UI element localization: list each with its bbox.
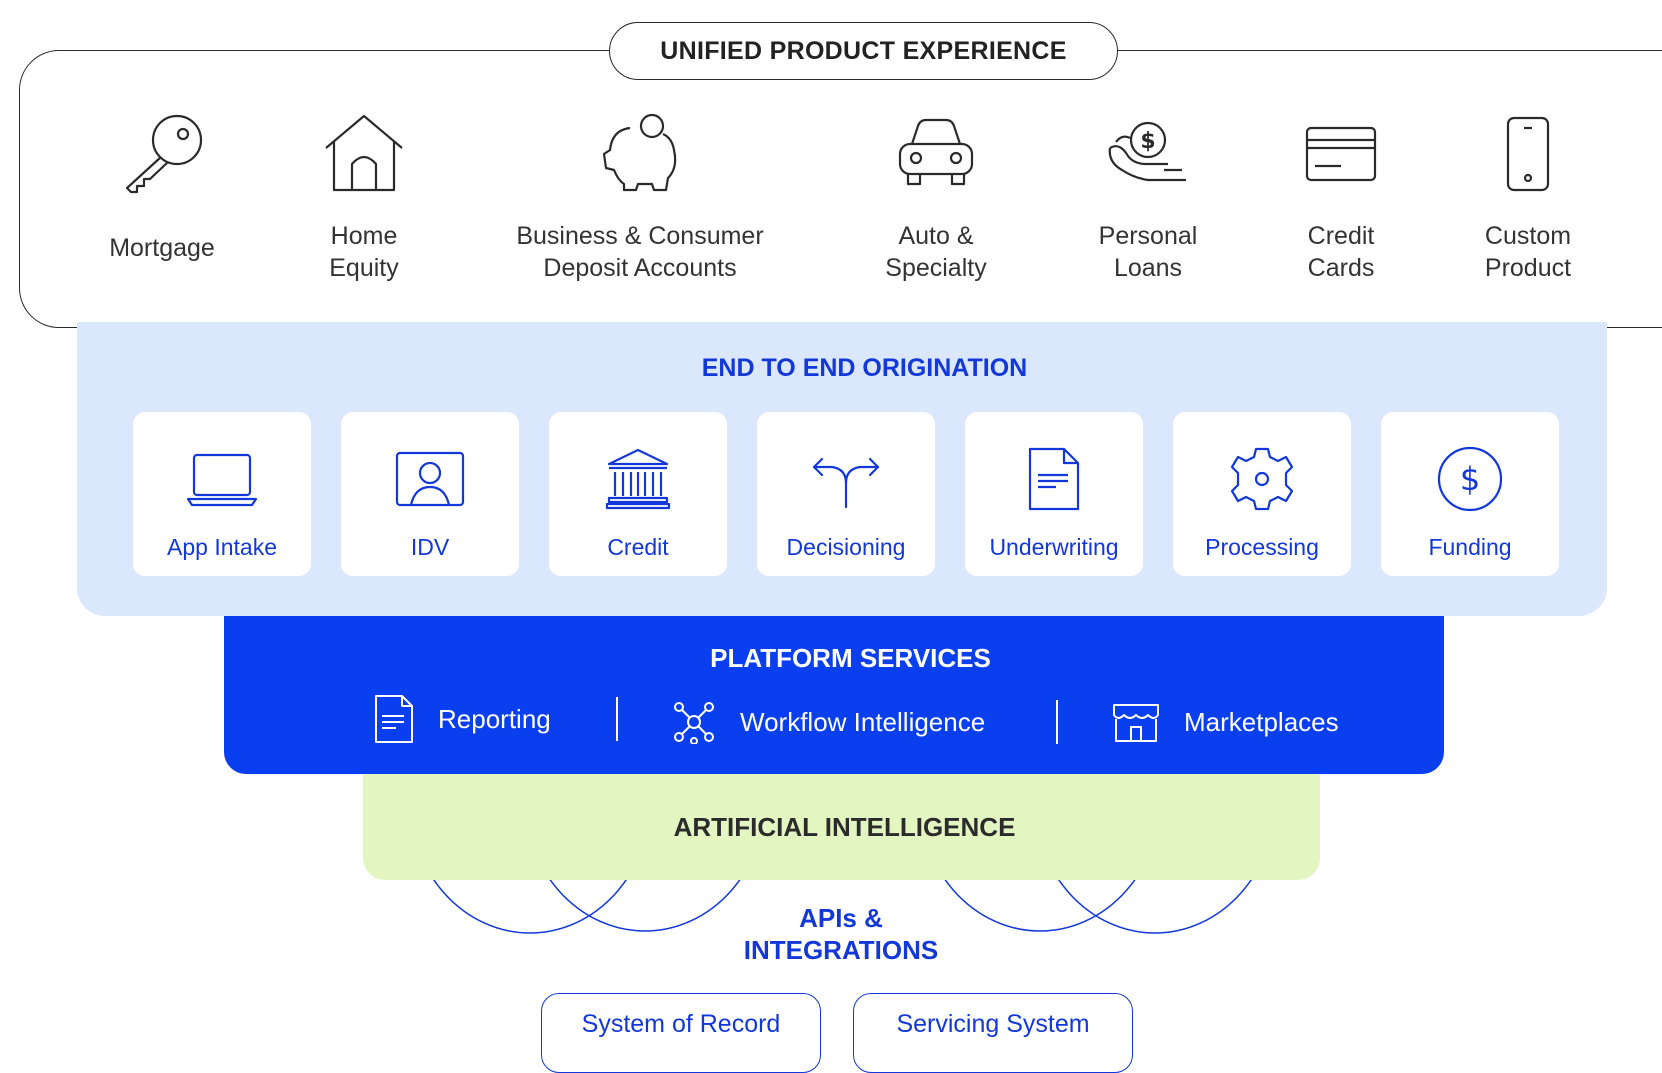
product-credit-cards[interactable]: Credit Cards (1241, 112, 1441, 284)
step-label: IDV (410, 534, 450, 560)
step-app-intake[interactable]: App Intake (133, 412, 311, 576)
system-label: System of Record (581, 1010, 781, 1038)
step-decisioning[interactable]: Decisioning (757, 412, 935, 576)
step-label: Processing (1205, 534, 1319, 560)
dollar-circle-icon: $ (1437, 446, 1503, 512)
split-arrow-icon (812, 457, 880, 509)
credit-card-icon (1305, 126, 1377, 182)
product-label: Deposit Accounts (543, 254, 737, 282)
service-divider (1056, 700, 1058, 744)
step-label: Funding (1428, 534, 1512, 560)
bank-icon (605, 448, 671, 510)
servicing-system-pill[interactable]: Servicing System (853, 993, 1133, 1073)
product-home-equity[interactable]: Home Equity (264, 112, 464, 284)
network-icon (674, 702, 714, 744)
ai-title: ARTIFICIAL INTELLIGENCE (673, 812, 1016, 842)
id-card-icon (395, 451, 465, 507)
product-mortgage[interactable]: Mortgage (62, 112, 262, 264)
hand-coin-icon: $ (1108, 121, 1186, 182)
smartphone-icon (1506, 116, 1550, 192)
service-label: Reporting (438, 703, 551, 734)
laptop-icon (186, 453, 258, 507)
product-label: Personal (1098, 222, 1198, 250)
car-icon (898, 118, 974, 186)
report-icon (375, 695, 413, 743)
origination-title: END TO END ORIGINATION (701, 354, 1028, 382)
product-label: Mortgage (109, 234, 215, 262)
step-funding[interactable]: $ Funding (1381, 412, 1559, 576)
step-label: Decisioning (786, 534, 906, 560)
product-auto-specialty[interactable]: Auto & Specialty (836, 112, 1036, 284)
svg-text:$: $ (1140, 129, 1155, 154)
gear-icon (1230, 447, 1294, 511)
unified-product-title: UNIFIED PRODUCT EXPERIENCE (609, 22, 1118, 80)
product-label: Auto & (898, 222, 974, 250)
service-label: Workflow Intelligence (740, 706, 986, 737)
product-label: Equity (329, 254, 399, 282)
service-reporting[interactable]: Reporting (374, 692, 551, 746)
product-label: Credit (1307, 222, 1375, 250)
apis-title-line1: APIs & (799, 903, 883, 933)
step-underwriting[interactable]: Underwriting (965, 412, 1143, 576)
document-icon (1028, 447, 1080, 511)
piggy-bank-icon (602, 113, 677, 192)
system-label: Servicing System (896, 1010, 1090, 1038)
step-processing[interactable]: Processing (1173, 412, 1351, 576)
house-icon (325, 114, 403, 192)
product-label: Custom (1484, 222, 1572, 250)
apis-title-line2: INTEGRATIONS (743, 935, 939, 965)
key-icon (125, 114, 203, 194)
step-label: Credit (607, 534, 669, 560)
step-label: App Intake (167, 534, 277, 560)
step-idv[interactable]: IDV (341, 412, 519, 576)
storefront-icon (1113, 704, 1159, 742)
product-custom[interactable]: Custom Product (1428, 112, 1628, 284)
svg-text:$: $ (1460, 460, 1480, 498)
product-label: Home (330, 222, 398, 250)
step-label: Underwriting (989, 534, 1119, 560)
product-label: Business & Consumer (516, 222, 764, 250)
service-workflow-intelligence[interactable]: Workflow Intelligence (672, 695, 985, 749)
service-divider (616, 697, 618, 741)
product-label: Product (1484, 254, 1572, 282)
product-personal-loans[interactable]: $ Personal Loans (1048, 112, 1248, 284)
product-label: Cards (1307, 254, 1375, 282)
service-marketplaces[interactable]: Marketplaces (1112, 695, 1339, 749)
platform-services-title: PLATFORM SERVICES (710, 643, 991, 673)
service-label: Marketplaces (1184, 706, 1339, 737)
product-label: Specialty (885, 254, 987, 282)
step-credit[interactable]: Credit (549, 412, 727, 576)
product-deposit-accounts[interactable]: Business & Consumer Deposit Accounts (490, 112, 790, 284)
apis-title: APIs & INTEGRATIONS (691, 902, 991, 966)
system-of-record-pill[interactable]: System of Record (541, 993, 821, 1073)
product-label: Loans (1113, 254, 1183, 282)
